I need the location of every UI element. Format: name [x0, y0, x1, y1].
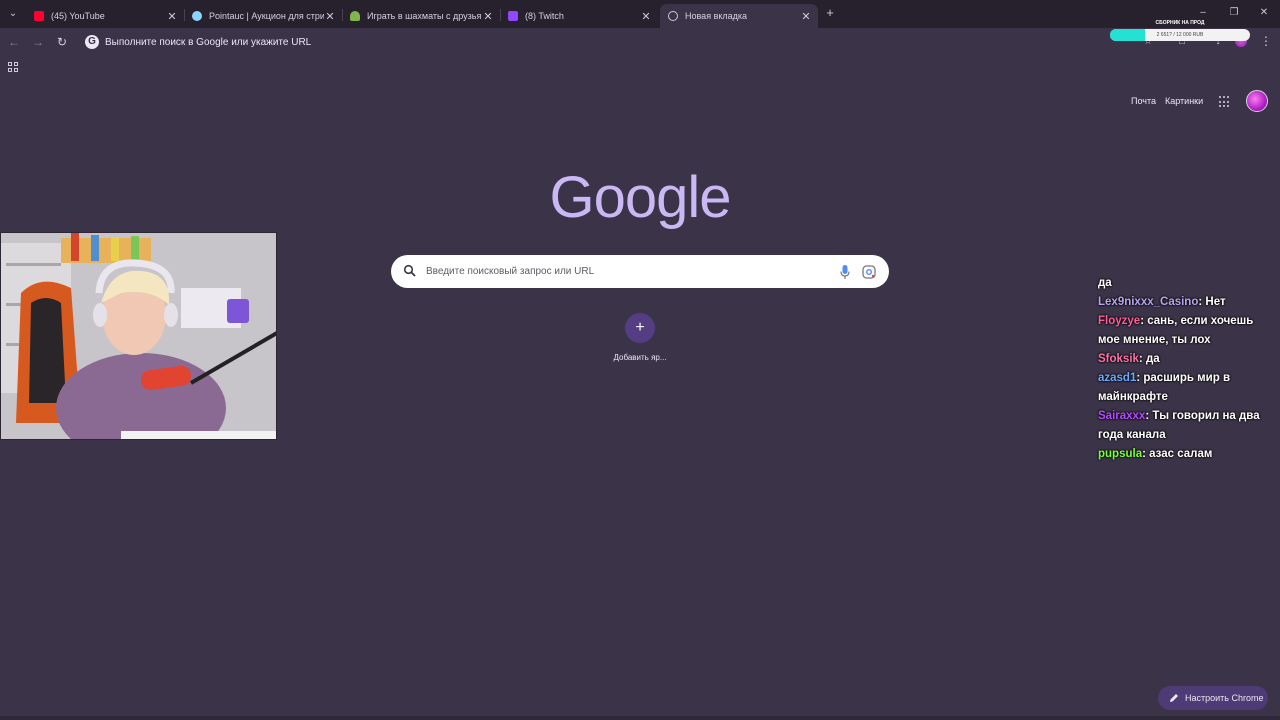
account-avatar[interactable]: [1246, 90, 1268, 112]
toolbar: ← → ↻ G Выполните поиск в Google или ука…: [0, 28, 1280, 56]
twitch-icon: [508, 11, 518, 21]
tab-title: (8) Twitch: [525, 11, 564, 21]
search-icon: [403, 264, 416, 277]
chat-username: Lex9nixxx_Casino: [1098, 296, 1199, 308]
close-tab-icon[interactable]: ✕: [324, 10, 336, 23]
google-g-icon: G: [85, 35, 99, 49]
webcam-overlay: [0, 232, 277, 440]
close-tab-icon[interactable]: ✕: [800, 10, 812, 23]
donation-amount: 2 651? / 12 000 RUB: [1156, 32, 1204, 38]
customize-chrome-label: Настроить Chrome: [1185, 693, 1264, 703]
menu-kebab-icon[interactable]: ⋮: [1260, 34, 1272, 48]
pointauc-icon: [192, 11, 202, 21]
back-icon[interactable]: ←: [6, 34, 22, 50]
chrome-newtab-icon: [668, 11, 678, 21]
chat-message: да: [1098, 274, 1278, 293]
donation-progress-bar: 2 651? / 12 000 RUB: [1110, 29, 1250, 41]
tab-youtube[interactable]: (45) YouTube ✕: [26, 4, 184, 28]
donation-goal-title: СБОРНИК НА ПРОД: [1155, 20, 1205, 26]
tab-twitch[interactable]: (8) Twitch ✕: [500, 4, 658, 28]
search-input[interactable]: Введите поисковый запрос или URL: [426, 266, 594, 277]
tab-pointauc[interactable]: Pointauc | Аукцион для стриме ✕: [184, 4, 342, 28]
chat-message: Floyzye: сань, если хочешь мое мнение, т…: [1098, 315, 1254, 346]
chat-username: azasd1: [1098, 372, 1137, 384]
youtube-icon: [34, 11, 44, 21]
tab-strip: ⌄ (45) YouTube ✕ Pointauc | Аукцион для …: [0, 0, 1280, 28]
address-bar-text: Выполните поиск в Google или укажите URL: [105, 36, 312, 48]
chat-message-text: да: [1145, 353, 1160, 365]
add-shortcut[interactable]: + Добавить яр...: [600, 310, 680, 370]
plus-icon[interactable]: +: [625, 313, 655, 343]
reload-icon[interactable]: ↻: [54, 34, 70, 50]
restore-icon[interactable]: ❐: [1227, 6, 1241, 20]
chat-username: pupsula: [1098, 448, 1143, 460]
forward-icon[interactable]: →: [30, 34, 46, 50]
pencil-icon: [1170, 694, 1178, 702]
add-shortcut-label: Добавить яр...: [613, 353, 667, 362]
bottom-edge: [0, 716, 1280, 720]
tab-title: Играть в шахматы с друзьями: [367, 11, 482, 21]
close-tab-icon[interactable]: ✕: [640, 10, 652, 23]
chat-username: Sairaxxx: [1098, 410, 1146, 422]
chat-username: Sfoksik: [1098, 353, 1139, 365]
chat-message: Sfoksik: да: [1098, 353, 1160, 365]
close-window-icon[interactable]: ✕: [1257, 6, 1271, 20]
chat-message: Sairaxxx: Ты говорил на два года канала: [1098, 410, 1260, 441]
donation-goal-widget: СБОРНИК НА ПРОД 2 651? / 12 000 RUB: [1110, 20, 1250, 44]
chat-message-text: азас салам: [1149, 448, 1213, 460]
close-tab-icon[interactable]: ✕: [166, 10, 178, 23]
close-tab-icon[interactable]: ✕: [482, 10, 494, 23]
customize-chrome-button[interactable]: Настроить Chrome: [1158, 686, 1268, 710]
chat-overlay: да Lex9nixxx_Casino: Нет Floyzye: сань, …: [1098, 274, 1278, 464]
images-link[interactable]: Картинки: [1165, 96, 1203, 106]
tab-title: (45) YouTube: [51, 11, 105, 21]
chat-message-text: да: [1098, 277, 1112, 289]
chat-message: Lex9nixxx_Casino: Нет: [1098, 296, 1226, 308]
chat-message-text: Нет: [1205, 296, 1226, 308]
webcam-image: [1, 233, 276, 439]
chess-pawn-icon: [350, 11, 360, 21]
address-bar[interactable]: G Выполните поиск в Google или укажите U…: [80, 31, 1100, 53]
gmail-link[interactable]: Почта: [1131, 96, 1156, 106]
chat-username: Floyzye: [1098, 315, 1141, 327]
new-tab-button[interactable]: +: [823, 6, 837, 20]
chat-message: pupsula: азас салам: [1098, 448, 1213, 460]
bookmark-apps-icon[interactable]: [8, 62, 18, 72]
chat-message: azasd1: расширь мир в майнкрафте: [1098, 372, 1231, 403]
tab-search-button[interactable]: ⌄: [5, 6, 21, 22]
google-apps-icon[interactable]: [1219, 96, 1231, 108]
minimize-icon[interactable]: –: [1196, 6, 1210, 20]
tab-title: Pointauc | Аукцион для стриме: [209, 11, 324, 21]
google-lens-icon[interactable]: [862, 265, 876, 279]
microphone-icon[interactable]: [839, 264, 851, 280]
tab-new-tab[interactable]: Новая вкладка ✕: [660, 4, 818, 28]
google-logo: Google: [549, 165, 731, 230]
tab-title: Новая вкладка: [685, 11, 748, 21]
search-box[interactable]: Введите поисковый запрос или URL: [391, 255, 889, 288]
tab-chess[interactable]: Играть в шахматы с друзьями ✕: [342, 4, 500, 28]
